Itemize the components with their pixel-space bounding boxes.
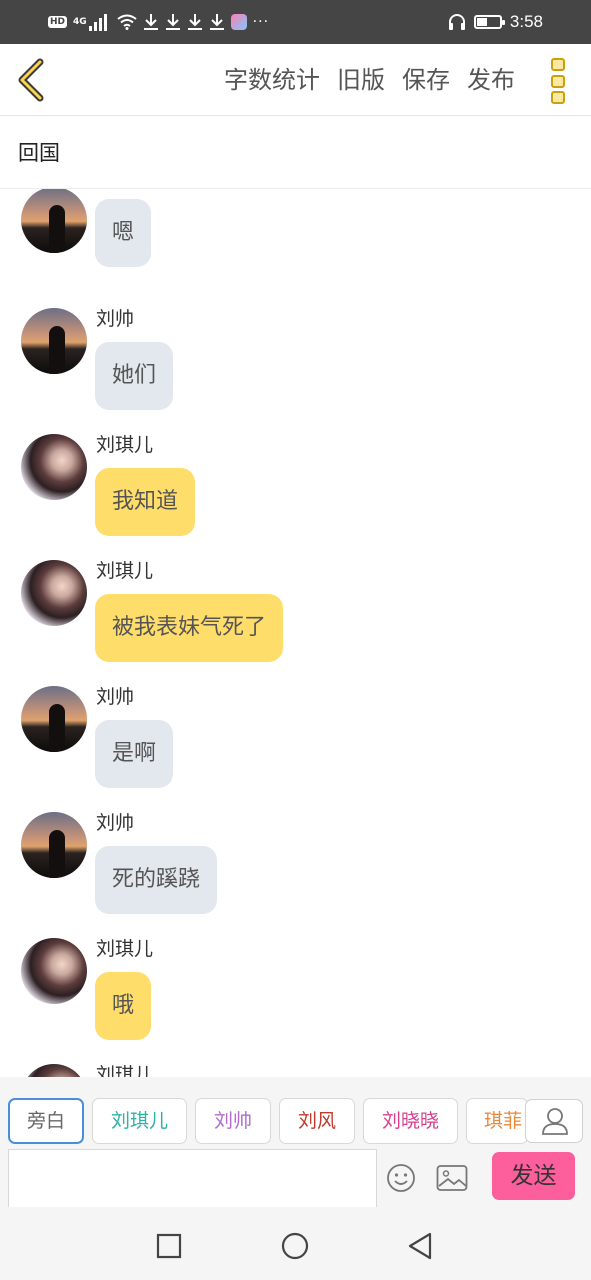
download-icon <box>187 14 202 30</box>
avatar[interactable] <box>21 1064 87 1077</box>
sender-name: 刘琪儿 <box>96 560 154 582</box>
chapter-title-bar[interactable]: 回国 <box>0 117 591 189</box>
message-item[interactable]: 刘帅 她们 <box>0 298 591 424</box>
message-item[interactable]: 刘帅 是啊 <box>0 676 591 802</box>
message-bubble[interactable]: 是啊 <box>95 720 174 788</box>
person-icon <box>542 1108 568 1135</box>
sender-name: 刘帅 <box>96 189 134 193</box>
role-label: 琪菲 <box>484 1110 523 1132</box>
emoji-icon[interactable] <box>386 1163 416 1193</box>
chevron-left-icon[interactable] <box>14 58 48 102</box>
manage-roles-button[interactable] <box>525 1099 583 1143</box>
status-bar: HD 4G ··· 3:58 <box>0 0 591 44</box>
avatar[interactable] <box>21 434 87 500</box>
message-item[interactable]: 刘帅 死的蹊跷 <box>0 802 591 928</box>
clock: 3:58 <box>509 12 543 31</box>
sender-name: 刘琪儿 <box>96 938 154 960</box>
chapter-title: 回国 <box>18 141 60 165</box>
toolbar-actions: 字数统计 旧版 保存 发布 <box>224 63 515 97</box>
role-label: 刘风 <box>297 1110 336 1132</box>
role-chip-liufeng[interactable]: 刘风 <box>279 1098 355 1144</box>
sender-name: 刘琪儿 <box>96 1064 154 1077</box>
message-bubble[interactable]: 她们 <box>95 342 174 410</box>
avatar[interactable] <box>21 812 87 878</box>
avatar[interactable] <box>21 189 87 253</box>
network-label: 4G <box>73 17 87 27</box>
role-label: 刘琪儿 <box>110 1110 168 1132</box>
message-list[interactable]: 刘帅 嗯 刘帅 她们 刘琪儿 我知道 刘琪儿 被我表妹气死了 刘帅 是啊 刘帅 … <box>0 189 591 1077</box>
app-notification-icon <box>230 14 247 30</box>
message-bubble[interactable]: 哦 <box>95 972 152 1040</box>
sender-name: 刘琪儿 <box>96 434 154 456</box>
more-notifications-icon: ··· <box>252 14 270 30</box>
system-navigation-bar <box>0 1207 591 1280</box>
message-item[interactable]: 刘琪儿 <box>0 1054 591 1077</box>
save-button[interactable]: 保存 <box>402 63 450 97</box>
role-chip-qifei[interactable]: 琪菲 <box>466 1098 528 1144</box>
sender-name: 刘帅 <box>96 812 135 834</box>
role-selector: 旁白 刘琪儿 刘帅 刘风 刘晓晓 琪菲 <box>0 1077 591 1147</box>
headphones-icon <box>448 14 465 30</box>
avatar[interactable] <box>21 686 87 752</box>
compose-bar: 发送 <box>0 1147 591 1207</box>
download-icon <box>209 14 224 30</box>
send-button[interactable]: 发送 <box>492 1152 575 1200</box>
role-label: 刘帅 <box>213 1110 252 1132</box>
circle-icon[interactable] <box>280 1232 310 1262</box>
message-bubble[interactable]: 被我表妹气死了 <box>95 594 284 662</box>
message-item[interactable]: 刘琪儿 被我表妹气死了 <box>0 550 591 676</box>
battery-icon <box>473 15 505 29</box>
signal-icon <box>88 13 111 31</box>
square-icon[interactable] <box>155 1232 183 1260</box>
role-chip-liuxiaoxiao[interactable]: 刘晓晓 <box>363 1098 458 1144</box>
download-icon <box>165 14 180 30</box>
role-chip-liushuai[interactable]: 刘帅 <box>195 1098 271 1144</box>
role-label: 旁白 <box>26 1110 65 1132</box>
role-label: 刘晓晓 <box>381 1110 439 1132</box>
sender-name: 刘帅 <box>96 686 135 708</box>
message-item[interactable]: 刘琪儿 哦 <box>0 928 591 1054</box>
triangle-back-icon[interactable] <box>405 1232 435 1262</box>
avatar[interactable] <box>21 560 87 626</box>
word-count-button[interactable]: 字数统计 <box>224 63 320 97</box>
message-item[interactable]: 刘帅 嗯 <box>0 189 591 298</box>
more-vertical-icon[interactable] <box>551 58 567 104</box>
wifi-icon <box>117 14 137 30</box>
hd-badge: HD <box>48 16 68 28</box>
editor-toolbar: 字数统计 旧版 保存 发布 <box>0 44 591 116</box>
message-input[interactable] <box>8 1149 377 1207</box>
message-item[interactable]: 刘琪儿 我知道 <box>0 424 591 550</box>
role-chip-liuqier[interactable]: 刘琪儿 <box>92 1098 187 1144</box>
message-bubble[interactable]: 我知道 <box>95 468 196 536</box>
role-chip-narrator[interactable]: 旁白 <box>8 1098 84 1144</box>
avatar[interactable] <box>21 938 87 1004</box>
message-bubble[interactable]: 嗯 <box>95 199 152 267</box>
sender-name: 刘帅 <box>96 308 135 330</box>
avatar[interactable] <box>21 308 87 374</box>
publish-button[interactable]: 发布 <box>467 63 515 97</box>
download-icon <box>143 14 158 30</box>
image-icon[interactable] <box>436 1164 468 1192</box>
old-version-button[interactable]: 旧版 <box>337 63 385 97</box>
message-bubble[interactable]: 死的蹊跷 <box>95 846 218 914</box>
